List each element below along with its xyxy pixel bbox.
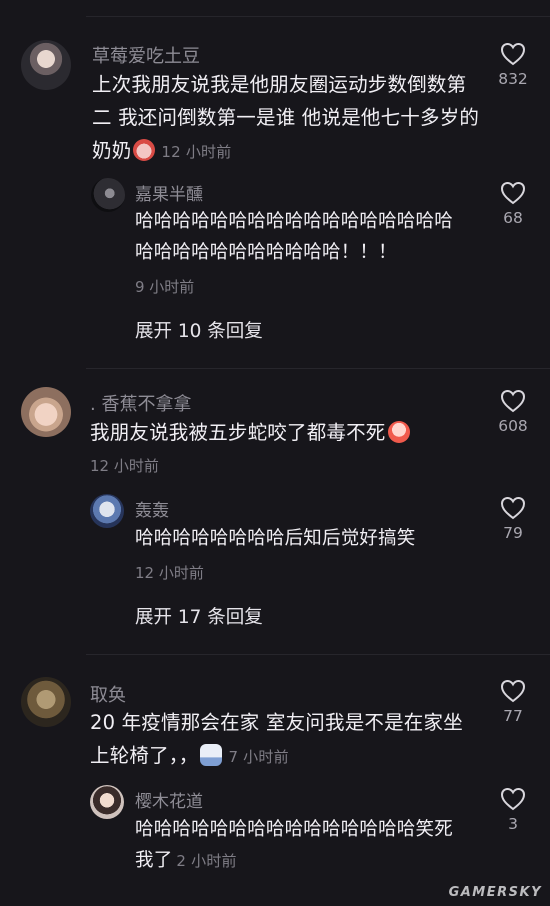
thread-divider <box>86 368 550 369</box>
like-count: 77 <box>503 707 523 725</box>
reply-time: 12 小时前 <box>135 564 204 582</box>
avatar[interactable] <box>90 494 124 528</box>
reply-text: 哈哈哈哈哈哈哈哈后知后觉好搞笑 <box>135 528 416 549</box>
avatar[interactable] <box>91 178 125 212</box>
avatar[interactable] <box>21 677 71 727</box>
comment-text: 我朋友说我被五步蛇咬了都毒不死 <box>90 416 480 449</box>
reply-time: 9 小时前 <box>135 278 195 296</box>
like-button[interactable]: 3 <box>483 787 543 833</box>
comment-text-content: 我朋友说我被五步蛇咬了都毒不死 <box>90 421 386 444</box>
watermark-logo: GAMERSKY <box>448 885 542 900</box>
angry-face-emoji <box>133 139 156 161</box>
avatar[interactable] <box>21 40 71 90</box>
crying-laughing-emoji <box>387 421 410 443</box>
reply-text: 哈哈哈哈哈哈哈哈哈哈哈哈哈哈哈笑死我了 2 小时前 <box>135 814 465 877</box>
like-button[interactable]: 608 <box>483 389 543 435</box>
comment-text: 20 年疫情那会在家 室友问我是不是在家坐上轮椅了，， 7 小时前 <box>90 706 480 774</box>
expand-replies-button[interactable]: 展开 17 条回复 <box>135 603 263 629</box>
like-count: 3 <box>508 815 518 833</box>
reply-text: 哈哈哈哈哈哈哈哈哈哈哈哈哈哈哈哈哈哈哈哈哈哈哈哈哈哈哈哈！！！ <box>135 211 453 263</box>
sweat-smile-emoji <box>200 744 223 766</box>
like-count: 68 <box>503 209 523 227</box>
like-count: 832 <box>498 70 528 88</box>
comment-username[interactable]: . 香蕉不拿拿 <box>90 390 191 416</box>
comment-username[interactable]: 取奂 <box>90 681 126 707</box>
reply-username[interactable]: 樱木花道 <box>135 787 203 812</box>
avatar[interactable] <box>90 785 124 819</box>
thread-divider <box>86 654 550 655</box>
heart-icon <box>500 679 526 703</box>
comment-username[interactable]: 草莓爱吃土豆 <box>92 42 200 68</box>
expand-replies-button[interactable]: 展开 10 条回复 <box>135 317 263 343</box>
like-count: 608 <box>498 417 528 435</box>
heart-icon <box>500 181 526 205</box>
heart-icon <box>500 389 526 413</box>
reply-username[interactable]: 轰轰 <box>135 496 169 521</box>
top-divider <box>86 16 550 17</box>
like-button[interactable]: 79 <box>483 496 543 542</box>
like-count: 79 <box>503 524 523 542</box>
heart-icon <box>500 42 526 66</box>
comment-time: 12 小时前 <box>90 457 159 475</box>
heart-icon <box>500 496 526 520</box>
like-button[interactable]: 68 <box>483 181 543 227</box>
avatar[interactable] <box>21 387 71 437</box>
comment-text: 上次我朋友说我是他朋友圈运动步数倒数第二 我还问倒数第一是谁 他说是他七十多岁的… <box>92 68 482 169</box>
reply-time: 2 小时前 <box>176 852 237 870</box>
reply-username[interactable]: 嘉果半醺 <box>135 180 203 205</box>
like-button[interactable]: 832 <box>483 42 543 88</box>
comment-time: 12 小时前 <box>161 143 232 161</box>
heart-icon <box>500 787 526 811</box>
like-button[interactable]: 77 <box>483 679 543 725</box>
comment-time: 7 小时前 <box>228 748 289 766</box>
